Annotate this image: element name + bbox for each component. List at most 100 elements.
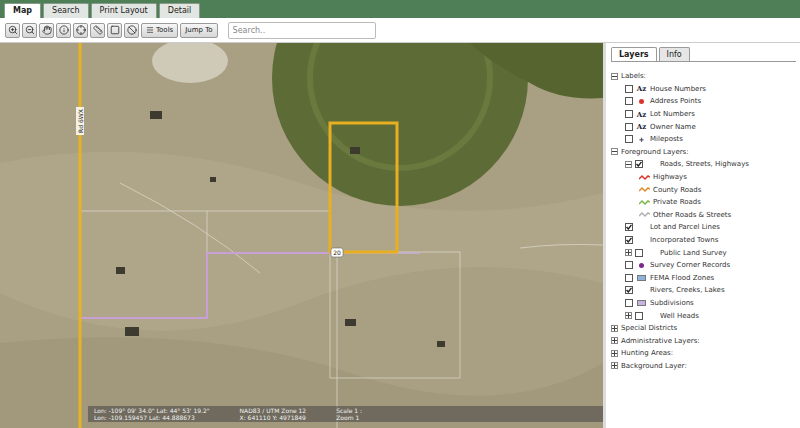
layer-row[interactable]: Labels: [611, 70, 796, 83]
check-icon [626, 287, 632, 293]
collapse-minus-icon [612, 149, 617, 154]
toolbar-button[interactable]: Jump To [180, 23, 217, 38]
layer-checkbox[interactable] [625, 110, 633, 118]
check-icon [626, 237, 632, 243]
expand-plus-icon [612, 326, 617, 331]
symbol-slot: Az [636, 122, 647, 131]
tool-button[interactable] [39, 23, 54, 38]
layer-row[interactable]: Background Layer: [611, 360, 796, 373]
layer-row[interactable]: + Mileposts [611, 133, 796, 146]
expander[interactable] [611, 362, 618, 369]
gravel-pit [152, 43, 228, 83]
field [470, 43, 603, 98]
layer-row[interactable]: Address Points [611, 95, 796, 108]
tab-bar: MapSearchPrint LayoutDetail [0, 0, 800, 18]
check-icon [636, 161, 642, 167]
main-tab[interactable]: Map [4, 3, 41, 18]
expander[interactable] [611, 325, 618, 332]
layer-checkbox[interactable] [625, 274, 633, 282]
svg-text:20: 20 [333, 249, 341, 256]
expander[interactable] [625, 312, 632, 319]
expander[interactable] [611, 148, 618, 155]
layer-row[interactable]: Survey Corner Records [611, 259, 796, 272]
layer-checkbox[interactable] [635, 160, 643, 168]
layer-row[interactable]: Public Land Survey [611, 246, 796, 259]
expander[interactable] [625, 249, 632, 256]
tool-button[interactable] [124, 23, 139, 38]
highway-road [79, 43, 82, 428]
panel-tab[interactable]: Info [659, 47, 690, 61]
main-tab[interactable]: Detail [159, 3, 201, 18]
text-symbol-icon: + [639, 135, 645, 144]
tool-button[interactable] [73, 23, 88, 38]
layer-checkbox[interactable] [625, 223, 633, 231]
expander[interactable] [611, 73, 618, 80]
tool-button[interactable] [5, 23, 20, 38]
layer-label: Mileposts [650, 135, 683, 143]
layer-checkbox[interactable] [625, 135, 633, 143]
layer-label: Highways [653, 173, 687, 181]
selected-parcel[interactable] [330, 123, 397, 252]
tool-button[interactable] [22, 23, 37, 38]
search-input[interactable] [228, 22, 376, 39]
layer-checkbox[interactable] [625, 299, 633, 307]
layer-checkbox[interactable] [625, 97, 633, 105]
main: Rd 6WX20Lon: -109° 09' 34.0" Lat: 44° 53… [0, 43, 800, 428]
expander[interactable] [625, 161, 632, 168]
layer-row[interactable]: Hunting Areas: [611, 347, 796, 360]
layer-row[interactable]: AzHouse Numbers [611, 83, 796, 96]
layer-row[interactable]: AzLot Numbers [611, 108, 796, 121]
tool-button[interactable] [90, 23, 105, 38]
app: MapSearchPrint LayoutDetailToolsJump ToR… [0, 0, 800, 428]
symbol-slot [639, 174, 650, 181]
toolbar: ToolsJump To [0, 18, 800, 43]
layer-label: Other Roads & Streets [653, 211, 731, 219]
layer-checkbox[interactable] [635, 249, 643, 257]
coordinate-bar: Lon: -109° 09' 34.0" Lat: 44° 53' 19.2"L… [88, 406, 603, 422]
layer-row[interactable]: County Roads [611, 183, 796, 196]
layer-row[interactable]: FEMA Flood Zones [611, 272, 796, 285]
tool-button[interactable] [56, 23, 71, 38]
layer-label: Subdivisions [650, 299, 694, 307]
check-icon [626, 224, 632, 230]
layer-row[interactable]: Incorporated Towns [611, 234, 796, 247]
layer-checkbox[interactable] [625, 85, 633, 93]
layer-row[interactable]: Rivers, Creeks, Lakes [611, 284, 796, 297]
layer-checkbox[interactable] [625, 261, 633, 269]
symbol-slot [639, 199, 650, 206]
layer-row[interactable]: Subdivisions [611, 297, 796, 310]
layer-checkbox[interactable] [625, 123, 633, 131]
main-tab[interactable]: Print Layout [91, 3, 157, 18]
panel-tab[interactable]: Layers [611, 47, 657, 61]
panel-tabs: LayersInfo [611, 47, 796, 62]
layer-row[interactable]: Other Roads & Streets [611, 209, 796, 222]
map-canvas[interactable]: Rd 6WX20 [0, 43, 603, 428]
main-tab[interactable]: Search [43, 3, 88, 18]
layer-row[interactable]: Roads, Streets, Highways [611, 158, 796, 171]
map-area[interactable]: Rd 6WX20Lon: -109° 09' 34.0" Lat: 44° 53… [0, 43, 603, 428]
road-line-icon [639, 174, 650, 181]
layer-row[interactable]: Highways [611, 171, 796, 184]
layer-row[interactable]: AzOwner Name [611, 120, 796, 133]
layer-row[interactable]: Private Roads [611, 196, 796, 209]
zoom-in-icon [8, 25, 18, 35]
tool-button[interactable] [107, 23, 122, 38]
symbol-slot [636, 275, 647, 281]
layer-checkbox[interactable] [635, 312, 643, 320]
road-line-icon [639, 186, 650, 193]
layer-checkbox[interactable] [625, 236, 633, 244]
layer-row[interactable]: Well Heads [611, 309, 796, 322]
text-symbol-icon: Az [637, 122, 646, 131]
layer-row[interactable]: Foreground Layers: [611, 146, 796, 159]
clear-ban-icon [127, 25, 137, 35]
layer-checkbox[interactable] [625, 286, 633, 294]
expand-plus-icon [612, 351, 617, 356]
expander[interactable] [611, 350, 618, 357]
layer-row[interactable]: Special Districts [611, 322, 796, 335]
layer-row[interactable]: Lot and Parcel Lines [611, 221, 796, 234]
toolbar-button[interactable]: Tools [141, 23, 178, 38]
collapse-minus-icon [612, 74, 617, 79]
layer-row[interactable]: Administrative Layers: [611, 334, 796, 347]
swatch-symbol-icon [637, 300, 646, 306]
expander[interactable] [611, 337, 618, 344]
